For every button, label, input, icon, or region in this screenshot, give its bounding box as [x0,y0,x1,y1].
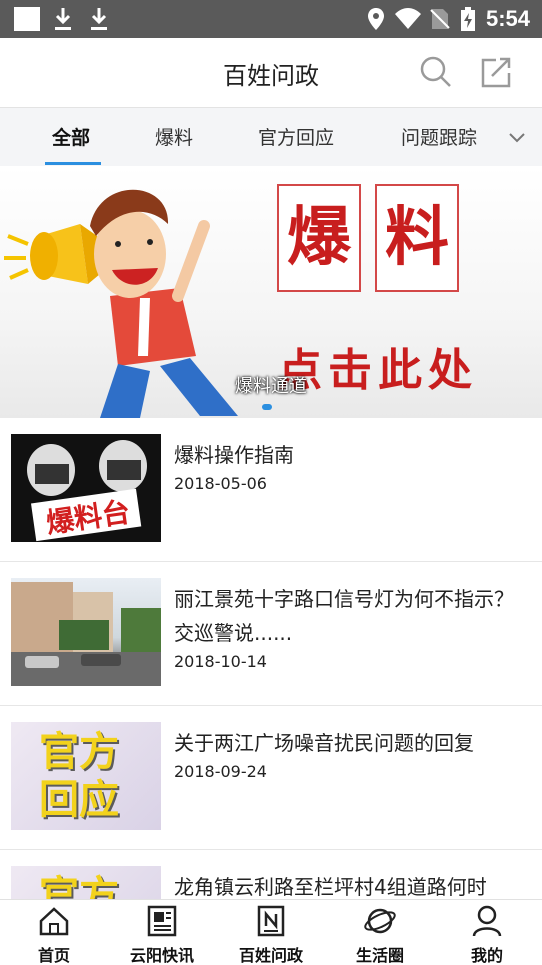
tab-indicator [45,162,101,165]
battery-charging-icon [461,7,475,31]
wifi-icon [395,8,421,29]
thumbnail-text: 官方回应 [39,729,119,823]
tab-issue-tracking[interactable]: 问题跟踪 [401,123,477,150]
news-thumbnail: 爆料台 [11,434,161,542]
notification-square-icon [14,7,40,31]
news-title: 丽江景苑十字路口信号灯为何不指示？交巡警说...... [174,587,514,645]
nav-label: 我的 [470,946,503,965]
no-sim-icon [430,9,450,29]
planet-icon [364,908,396,934]
banner-carousel[interactable]: 爆 料 点击此处 爆料通道 [0,166,542,418]
clock: 5:54 [485,6,530,31]
list-item[interactable]: 丽江景苑十字路口信号灯为何不指示？交巡警说...... 2018-10-14 [0,562,542,706]
download-icon [55,8,71,30]
news-thumbnail [11,578,161,686]
news-thumbnail: 官方回应 [11,722,161,830]
chevron-down-icon[interactable] [506,126,528,148]
tab-official-response[interactable]: 官方回应 [258,123,334,150]
banner-caption: 爆料通道 [235,376,307,397]
nav-life-circle[interactable]: 生活圈 [330,904,430,965]
news-title: 关于两江广场噪音扰民问题的回复 [174,731,474,755]
nav-public-affairs[interactable]: 百姓问政 [221,904,321,965]
nav-label: 首页 [37,946,70,965]
news-date: 2018-09-24 [174,762,267,781]
list-item[interactable]: 爆料台 爆料操作指南 2018-05-06 [0,418,542,562]
page-title: 百姓问政 [223,62,319,90]
share-icon[interactable] [478,54,514,90]
banner-char: 料 [385,200,449,275]
banner-char-box: 爆 [277,184,361,292]
news-date: 2018-10-14 [174,652,267,671]
news-title: 爆料操作指南 [174,443,294,467]
banner-char: 爆 [287,200,351,275]
user-icon [472,905,502,937]
nav-yunyang-news[interactable]: 云阳快讯 [112,904,212,965]
nav-label: 生活圈 [355,946,404,965]
nav-label: 百姓问政 [238,946,303,965]
tab-report[interactable]: 爆料 [155,123,193,150]
document-n-icon [257,905,285,937]
home-icon [39,907,69,936]
nav-home[interactable]: 首页 [4,904,104,965]
newspaper-icon [147,905,177,937]
carousel-indicator [262,404,272,410]
status-bar: 5:54 [0,0,542,38]
app-header: 百姓问政 [0,38,542,108]
banner-char-box: 料 [375,184,459,292]
bottom-navigation: 首页 云阳快讯 百姓问政 生活圈 我的 [0,899,542,965]
list-item[interactable]: 官方回应 关于两江广场噪音扰民问题的回复 2018-09-24 [0,706,542,850]
nav-label: 云阳快讯 [129,946,194,965]
category-tabs: 全部 爆料 官方回应 问题跟踪 [0,108,542,166]
location-icon [368,8,384,30]
search-icon[interactable] [418,54,454,90]
news-date: 2018-05-06 [174,474,267,493]
nav-mine[interactable]: 我的 [437,904,537,965]
download-icon [91,8,107,30]
news-thumbnail-image [11,582,161,686]
tab-all[interactable]: 全部 [52,123,90,150]
